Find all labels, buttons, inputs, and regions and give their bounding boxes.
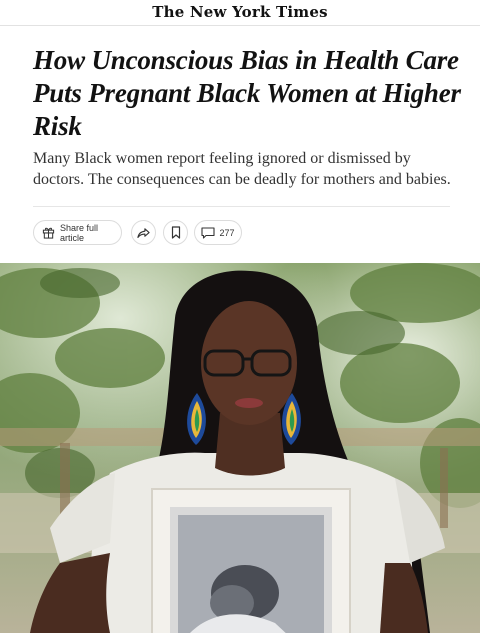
comment-count: 277	[219, 227, 235, 238]
share-button[interactable]	[131, 220, 156, 245]
bookmark-icon	[171, 226, 181, 239]
article-summary: Many Black women report feeling ignored …	[33, 150, 451, 188]
article-lead-photo	[0, 263, 480, 633]
article-headline: How Unconscious Bias in Health Care Puts…	[33, 45, 461, 141]
share-full-article-label: Share full article	[60, 222, 99, 243]
masthead: The New York Times	[0, 0, 480, 26]
comment-icon	[201, 226, 216, 239]
save-button[interactable]	[163, 220, 188, 245]
nyt-logo[interactable]: The New York Times	[152, 3, 327, 21]
comments-button[interactable]: 277	[194, 220, 242, 245]
divider	[33, 206, 450, 207]
share-icon	[137, 227, 150, 239]
gift-icon	[42, 226, 55, 239]
share-full-article-button[interactable]: Share full article	[33, 220, 122, 245]
